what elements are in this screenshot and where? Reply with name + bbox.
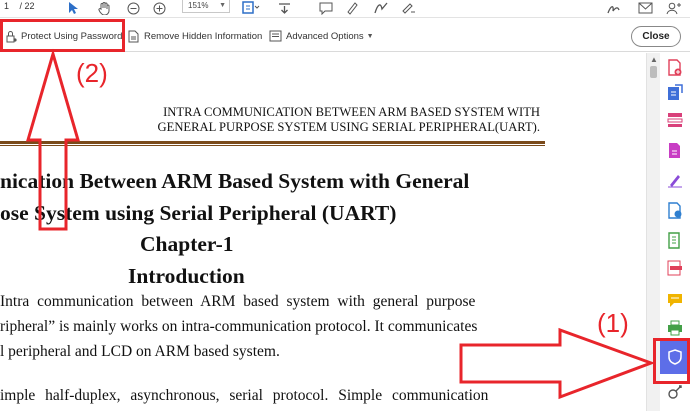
annotation-arrows	[26, 48, 656, 400]
annotation-arrow-right	[459, 327, 656, 400]
annotation-arrow-up	[26, 48, 80, 231]
